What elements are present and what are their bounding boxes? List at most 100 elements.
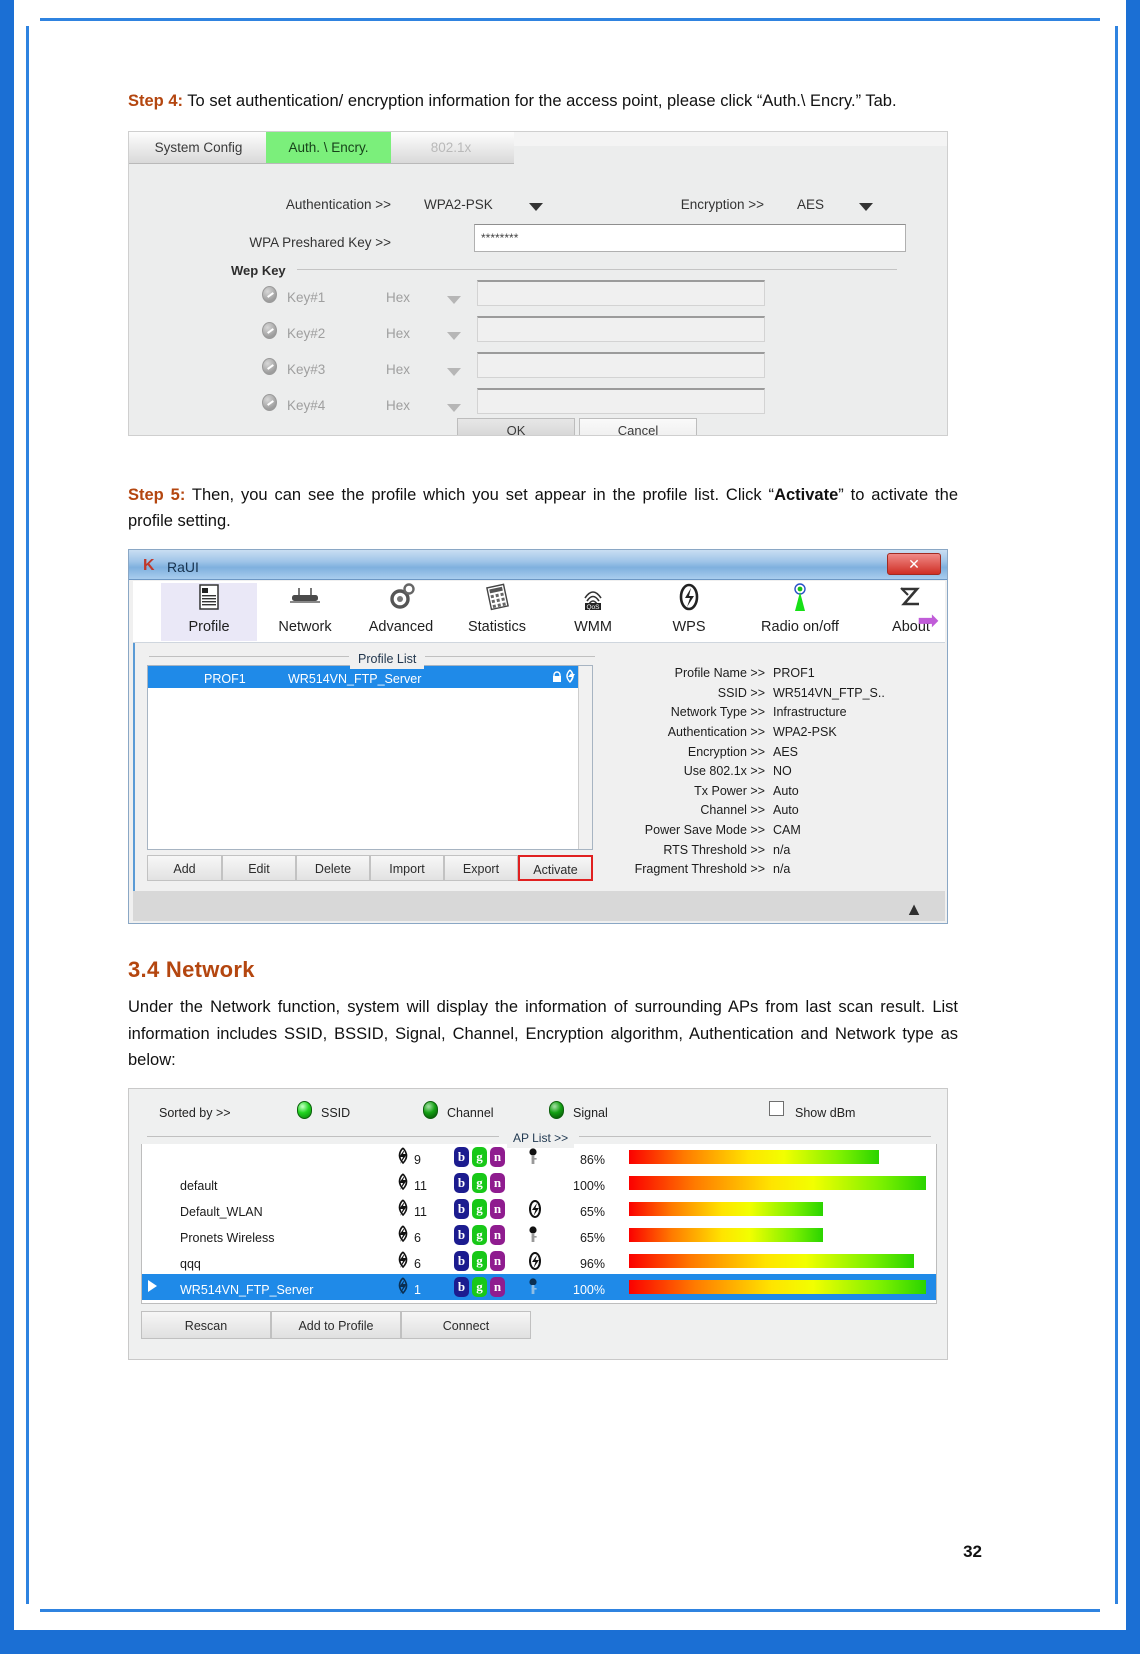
ap-list-rule-left — [147, 1135, 499, 1137]
wep-key4-format[interactable]: Hex — [386, 395, 410, 417]
rescan-button[interactable]: Rescan — [141, 1310, 271, 1339]
wep-key2-radio[interactable] — [262, 321, 277, 339]
ap-signal-percent: 65% — [579, 1230, 605, 1245]
ap-ssid: default — [180, 1178, 218, 1193]
wep-key4-format-dropdown[interactable] — [447, 397, 461, 419]
detail-value: WR514VN_FTP_S.. — [773, 685, 885, 700]
import-button[interactable]: Import — [370, 855, 444, 882]
wep-key3-radio[interactable] — [262, 357, 277, 375]
wep-key3-format[interactable]: Hex — [386, 359, 410, 381]
sort-signal-led[interactable] — [549, 1100, 564, 1119]
step5-emphasis: Activate — [774, 485, 839, 504]
ap-signal-bar — [629, 1253, 914, 1268]
mode-n-badge: n — [490, 1146, 505, 1167]
wep-key4-radio[interactable] — [262, 393, 277, 411]
profile-row-ssid: WR514VN_FTP_Server — [288, 672, 422, 687]
wep-key2-format-dropdown[interactable] — [447, 325, 461, 347]
detail-value: CAM — [773, 822, 801, 837]
table-row[interactable]: Default_WLAN 11 bgn 65% — [142, 1196, 936, 1222]
chevron-down-icon — [859, 203, 873, 212]
ap-list-table[interactable]: 9 bgn 86% default 11 bgn 100% Default_WL… — [141, 1143, 937, 1304]
sort-ssid-label[interactable]: SSID — [321, 1103, 350, 1123]
detail-key: Network Type >> — [670, 705, 765, 720]
mode-g-badge: g — [472, 1198, 487, 1219]
chevron-up-icon[interactable]: ▲ — [905, 895, 923, 923]
section-body: Under the Network function, system will … — [128, 997, 958, 1070]
detail-value: WPA2-PSK — [773, 724, 837, 739]
table-row[interactable]: default 11 bgn 100% — [142, 1170, 936, 1196]
raui-window-title: RaUI — [167, 559, 199, 576]
tab-wps[interactable]: WPS — [641, 583, 737, 641]
tab-auth-encry[interactable]: Auth. \ Encry. — [266, 131, 391, 163]
wpa-preshared-key-input[interactable]: ******** — [474, 223, 906, 252]
mode-b-badge: b — [454, 1276, 469, 1297]
export-button[interactable]: Export — [444, 855, 518, 882]
wep-key1-format[interactable]: Hex — [386, 287, 410, 309]
profile-list-rule-left — [149, 656, 349, 658]
mode-n-badge: n — [490, 1250, 505, 1271]
sort-channel-led[interactable] — [423, 1100, 438, 1119]
ap-signal-bar — [629, 1201, 823, 1216]
delete-button[interactable]: Delete — [296, 855, 370, 882]
wep-key1-radio[interactable] — [262, 285, 277, 303]
tab-wmm[interactable]: QoS WMM — [545, 583, 641, 641]
wep-key3-input[interactable] — [477, 351, 765, 378]
detail-key: Power Save Mode >> — [644, 822, 765, 837]
encryption-label: Encryption >> — [680, 196, 764, 212]
wep-key2-format[interactable]: Hex — [386, 323, 410, 345]
detail-key: Profile Name >> — [674, 666, 765, 681]
ok-button[interactable]: OK — [457, 417, 575, 435]
cancel-button[interactable]: Cancel — [579, 417, 697, 435]
table-row[interactable]: qqq 6 bgn 96% — [142, 1248, 936, 1274]
sort-signal-label[interactable]: Signal — [573, 1103, 608, 1123]
page-title: 3.4 Network — [128, 957, 255, 983]
wep-key2-input[interactable] — [477, 315, 765, 342]
next-arrow-icon[interactable]: ➡ — [917, 599, 939, 641]
tab-802-1x[interactable]: 802.1x — [391, 132, 511, 163]
raui-profile-panel: Profile List PROF1 WR514VN_FTP_Server Ad… — [133, 643, 945, 892]
wep-key2-label: Key#2 — [287, 325, 326, 341]
tab-system-config[interactable]: System Config — [131, 132, 266, 163]
authentication-value[interactable]: WPA2-PSK — [424, 194, 493, 216]
tab-radio-on-off[interactable]: Radio on/off — [733, 583, 867, 641]
detail-row: Network Type >> Infrastructure — [601, 702, 939, 722]
profile-list[interactable]: PROF1 WR514VN_FTP_Server — [147, 665, 593, 851]
ap-channel: 9 — [414, 1152, 421, 1167]
chevron-down-icon — [447, 404, 461, 413]
tab-network[interactable]: Network — [257, 583, 353, 641]
tab-advanced[interactable]: Advanced — [353, 583, 449, 641]
add-button[interactable]: Add — [147, 855, 222, 882]
tab-profile[interactable]: Profile — [161, 583, 257, 642]
mode-b-badge: b — [454, 1198, 469, 1219]
sort-channel-label[interactable]: Channel — [447, 1103, 494, 1123]
sort-ssid-led[interactable] — [297, 1100, 312, 1119]
raui-titlebar: K RaUI ✕ — [129, 550, 947, 581]
wep-key3-label: Key#3 — [287, 361, 326, 377]
tab-statistics-label: Statistics — [467, 619, 526, 636]
ap-modes: bgn — [454, 1172, 508, 1193]
encryption-value[interactable]: AES — [797, 194, 824, 216]
ap-signal-percent: 100% — [573, 1178, 605, 1193]
wep-key4-input[interactable] — [477, 387, 765, 414]
wep-key1-format-dropdown[interactable] — [447, 289, 461, 311]
add-to-profile-button[interactable]: Add to Profile — [271, 1310, 401, 1339]
table-row[interactable]: WR514VN_FTP_Server 1 bgn 100% — [142, 1273, 936, 1300]
show-dbm-checkbox[interactable] — [769, 1100, 784, 1116]
connect-button[interactable]: Connect — [401, 1310, 531, 1339]
table-row[interactable]: Pronets Wireless 6 bgn 65% — [142, 1222, 936, 1248]
detail-row: Power Save Mode >> CAM — [601, 820, 939, 840]
detail-row: SSID >> WR514VN_FTP_S.. — [601, 683, 939, 703]
close-icon[interactable]: ✕ — [887, 553, 941, 576]
encryption-dropdown[interactable] — [859, 196, 873, 218]
tab-statistics[interactable]: Statistics — [449, 583, 545, 641]
edit-button[interactable]: Edit — [222, 855, 296, 882]
ap-signal-bar — [629, 1227, 823, 1242]
activate-button[interactable]: Activate — [518, 855, 593, 882]
ap-list-caption: AP List >> — [507, 1128, 575, 1149]
detail-value: Auto — [773, 803, 799, 818]
table-row[interactable]: PROF1 WR514VN_FTP_Server — [148, 666, 592, 689]
wep-key3-format-dropdown[interactable] — [447, 361, 461, 383]
ap-modes: bgn — [454, 1276, 508, 1297]
profile-list-scrollbar[interactable] — [578, 666, 592, 850]
wep-key1-input[interactable] — [477, 279, 765, 306]
